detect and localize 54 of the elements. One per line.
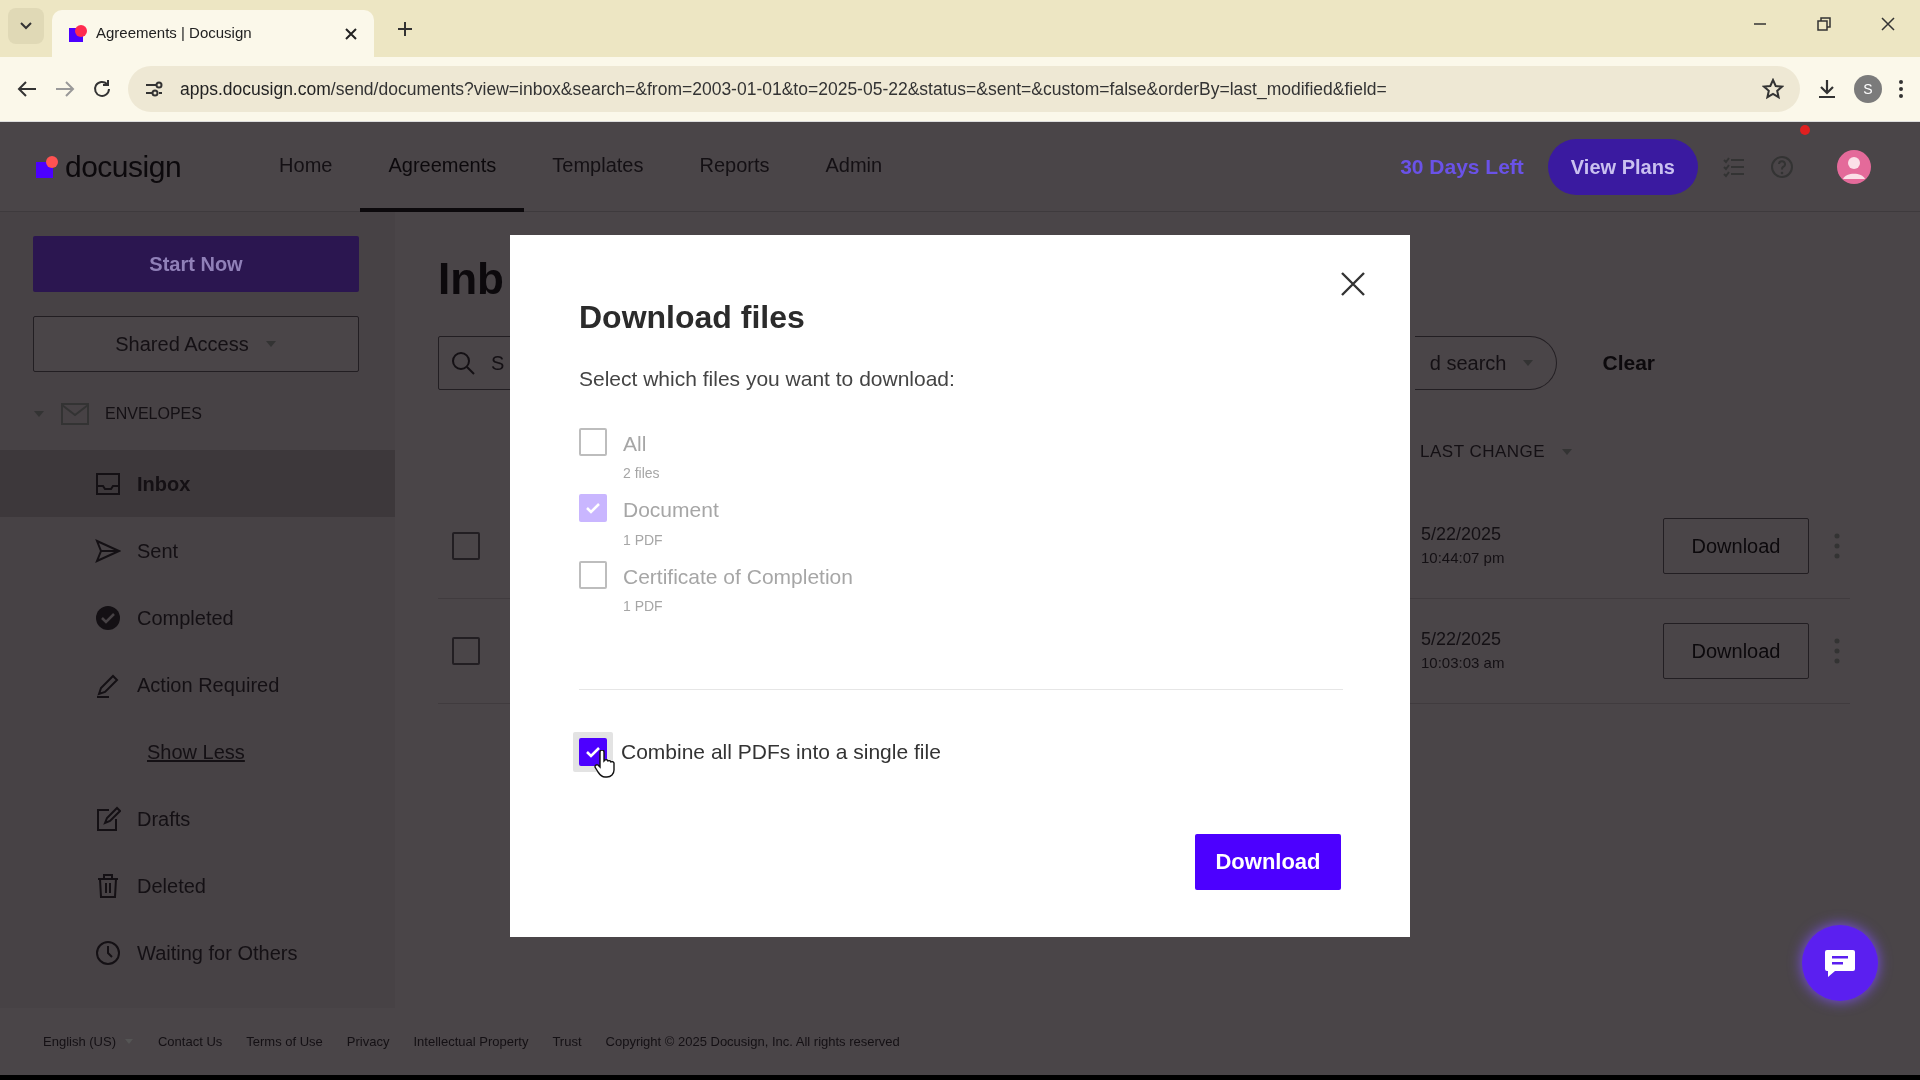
page-title: Inb bbox=[438, 253, 504, 305]
option-detail: 1 PDF bbox=[623, 597, 664, 616]
docusign-favicon-icon bbox=[68, 23, 88, 44]
search-icon bbox=[450, 350, 476, 376]
forward-arrow-icon[interactable] bbox=[54, 79, 76, 99]
download-icon[interactable] bbox=[1816, 78, 1838, 100]
chat-icon bbox=[1824, 948, 1856, 978]
logo[interactable]: docusign bbox=[35, 144, 182, 189]
site-settings-icon[interactable] bbox=[144, 80, 164, 98]
option-label: Certificate of Completion bbox=[623, 563, 853, 590]
plus-icon[interactable] bbox=[396, 20, 414, 38]
check-icon bbox=[585, 745, 601, 758]
back-arrow-icon[interactable] bbox=[16, 79, 38, 99]
option-detail: 1 PDF bbox=[623, 530, 664, 550]
download-button[interactable]: Download bbox=[1195, 833, 1341, 890]
url-text: apps.docusign.com/send/documents?view=inbox&search=&from=2003-01-01&to=2025-05-22&status=&sent=&custom=false&orderBy=last_modified&field= bbox=[180, 77, 1388, 102]
tab-list-button[interactable] bbox=[8, 8, 44, 44]
menu-icon[interactable] bbox=[1898, 79, 1904, 99]
row-checkbox[interactable] bbox=[452, 637, 480, 665]
close-icon bbox=[1340, 271, 1366, 297]
clear-link[interactable]: Clear bbox=[1602, 347, 1655, 379]
view-plans-button[interactable]: View Plans bbox=[1547, 138, 1698, 195]
dialog-title: Download files bbox=[579, 298, 806, 337]
trial-days-text: 30 Days Left bbox=[1400, 153, 1524, 180]
star-icon[interactable] bbox=[1762, 78, 1784, 100]
hand-cursor-icon bbox=[593, 749, 615, 778]
deleted-icon bbox=[95, 872, 121, 899]
tab-title: Agreements | Docusign bbox=[96, 23, 253, 44]
drafts-icon bbox=[95, 805, 121, 832]
option-label: All bbox=[623, 430, 648, 457]
sent-icon bbox=[95, 537, 121, 564]
row-checkbox[interactable] bbox=[452, 532, 480, 560]
logo-icon bbox=[35, 154, 61, 179]
address-bar[interactable]: apps.docusign.com/send/documents?view=inbox&search=&from=2003-01-01&to=2025-05-22&status=&sent=&custom=false&orderBy=last_modified&field= bbox=[128, 66, 1800, 112]
chevron-down-icon bbox=[19, 21, 33, 31]
restore-icon[interactable] bbox=[1816, 16, 1832, 32]
start-now-button[interactable]: Start Now bbox=[33, 236, 359, 292]
close-icon[interactable] bbox=[1880, 16, 1896, 32]
waiting-icon bbox=[95, 939, 121, 966]
notification-dot bbox=[1800, 124, 1810, 135]
option-label: Document bbox=[623, 497, 719, 523]
close-icon[interactable] bbox=[344, 26, 358, 41]
download-button[interactable]: Download bbox=[1663, 518, 1809, 574]
profile-avatar[interactable]: S bbox=[1854, 75, 1882, 103]
check-icon bbox=[585, 502, 601, 514]
browser-tab[interactable]: Agreements | Docusign bbox=[52, 10, 374, 57]
completed-icon bbox=[95, 604, 121, 631]
option-detail: 2 files bbox=[623, 464, 660, 483]
dialog-instructions: Select which files you want to download: bbox=[579, 366, 956, 392]
inbox-icon bbox=[95, 470, 121, 497]
avatar-icon[interactable] bbox=[1836, 148, 1872, 185]
reload-icon[interactable] bbox=[92, 79, 112, 99]
combine-label: Combine all PDFs into a single file bbox=[621, 738, 941, 765]
download-button[interactable]: Download bbox=[1663, 623, 1809, 679]
